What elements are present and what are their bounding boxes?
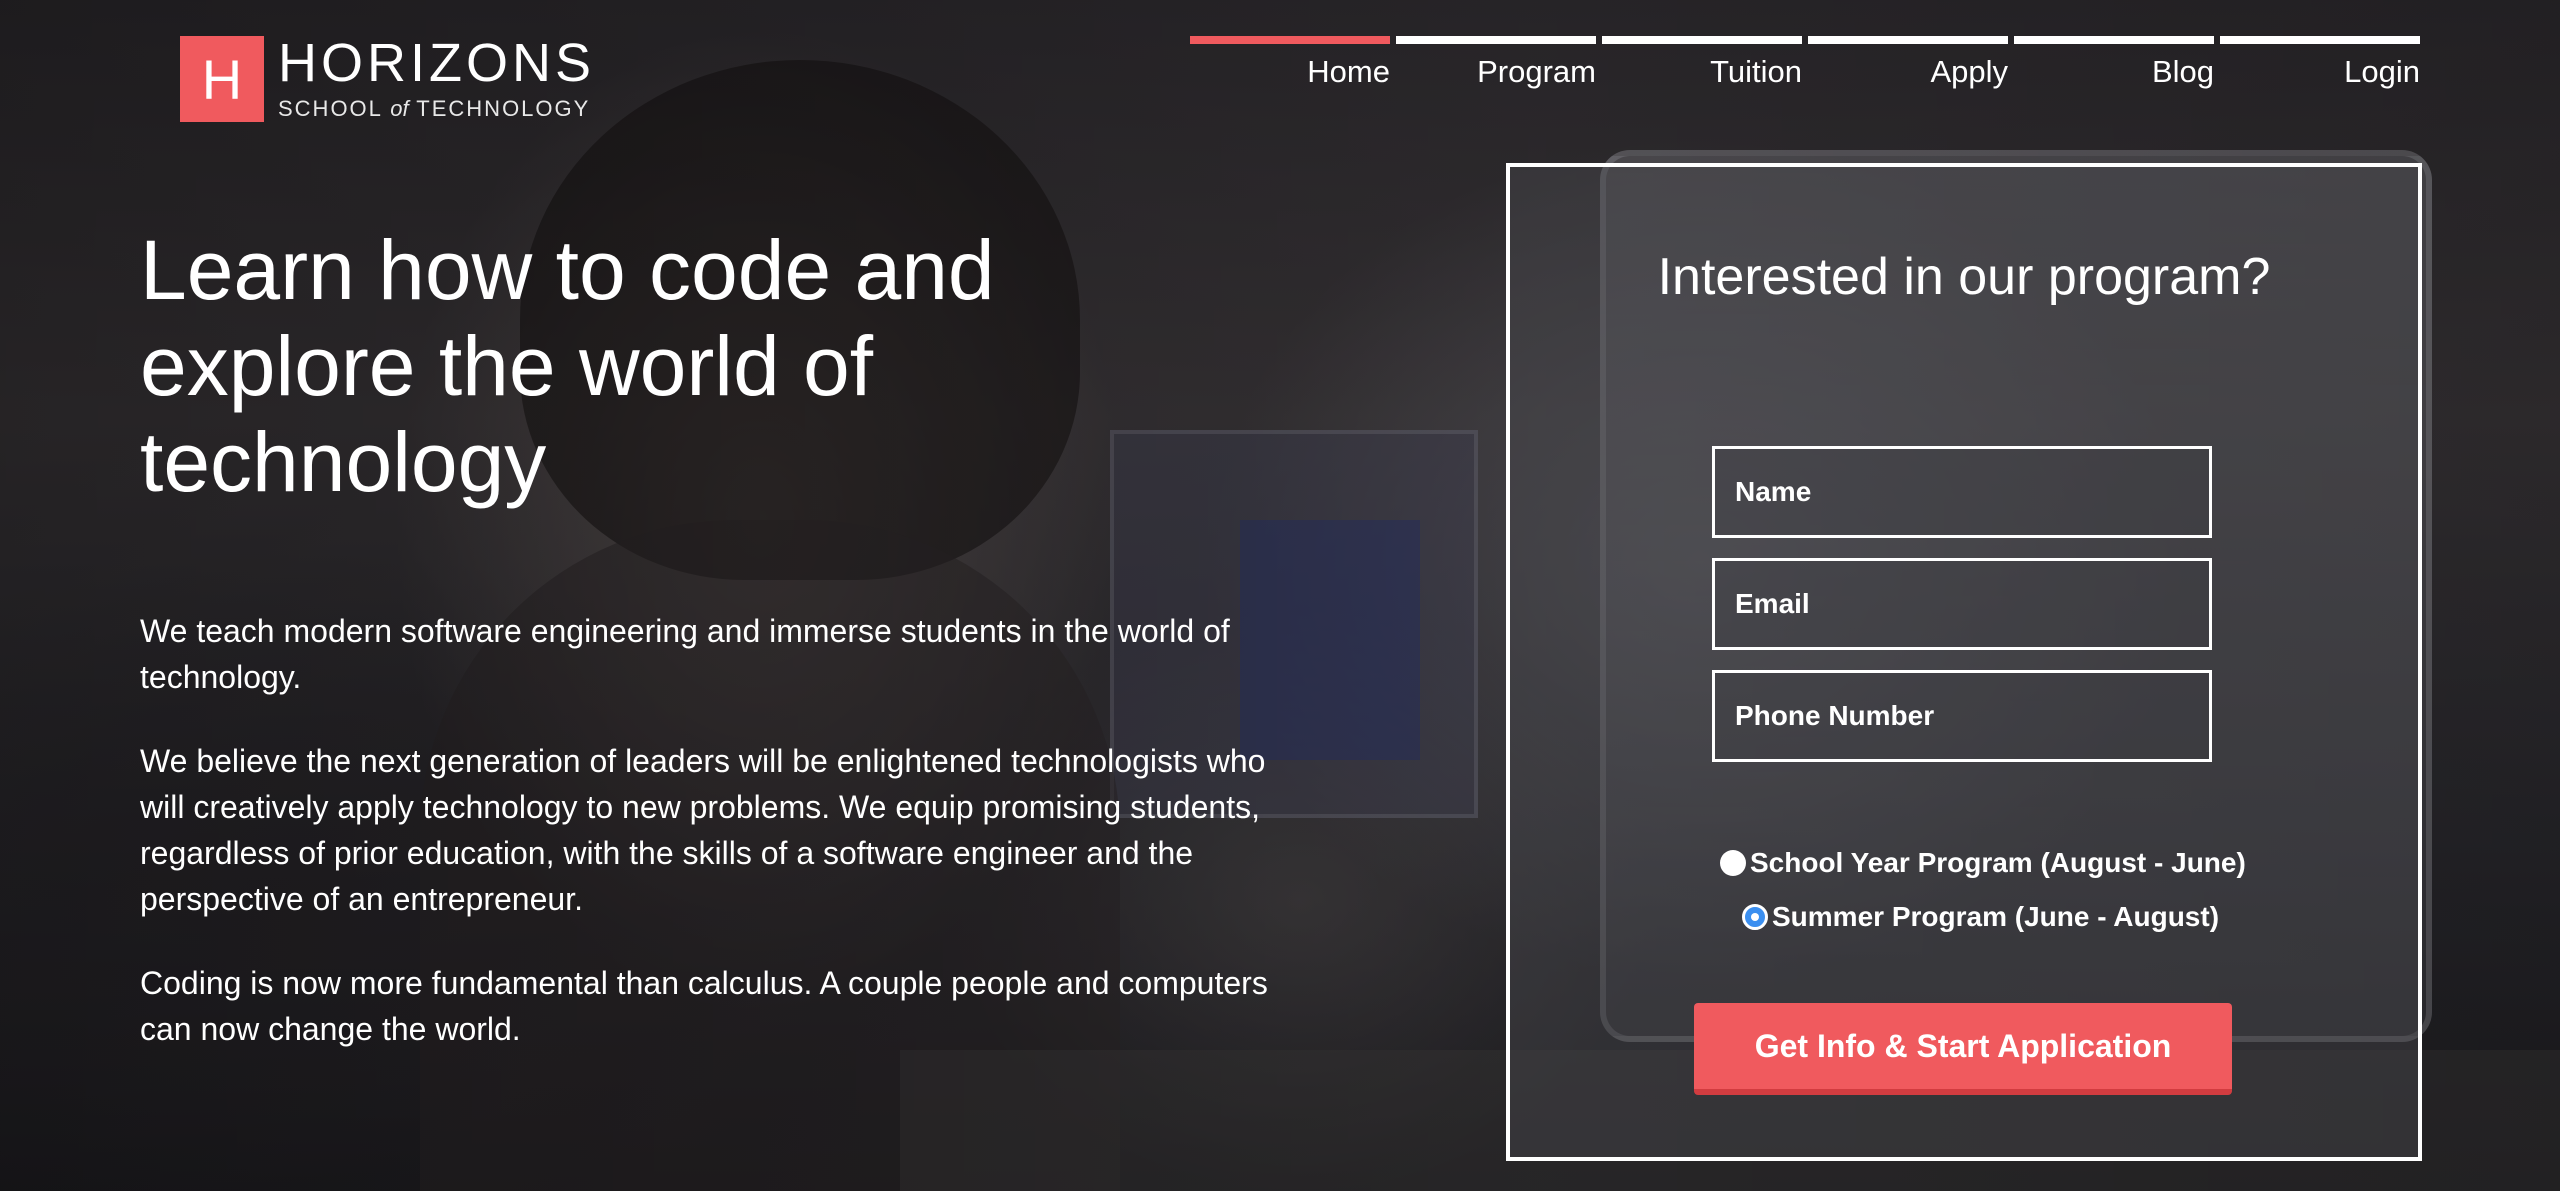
hero-paragraph: We believe the next generation of leader…: [140, 743, 1266, 917]
landing-page: H HORIZONS SCHOOL of TECHNOLOGY Home Pro…: [0, 0, 2560, 1191]
main-nav: Home Program Tuition Apply Blog Login: [1190, 36, 2420, 90]
hero-paragraph: We teach modern software engineering and…: [140, 613, 1230, 695]
get-info-button[interactable]: Get Info & Start Application: [1694, 1003, 2232, 1095]
nav-program[interactable]: Program: [1396, 36, 1596, 90]
radio-option-school-year[interactable]: School Year Program (August - June): [1720, 847, 2246, 879]
hero-title: Learn how to code and explore the world …: [140, 223, 995, 509]
hero-paragraph: Coding is now more fundamental than calc…: [140, 965, 1268, 1047]
phone-input[interactable]: [1712, 670, 2212, 762]
logo-subtitle-post: TECHNOLOGY: [408, 96, 591, 121]
logo-subtitle-pre: SCHOOL: [278, 96, 391, 121]
radio-button-checked[interactable]: [1742, 904, 1768, 930]
radio-option-summer[interactable]: Summer Program (June - August): [1742, 901, 2246, 933]
name-input[interactable]: [1712, 446, 2212, 538]
nav-apply[interactable]: Apply: [1808, 36, 2008, 90]
nav-blog[interactable]: Blog: [2014, 36, 2214, 90]
nav-login[interactable]: Login: [2220, 36, 2420, 90]
form-fields: [1712, 446, 2212, 782]
radio-label: School Year Program (August - June): [1750, 847, 2246, 878]
hero-copy: We teach modern software engineering and…: [140, 608, 1270, 1090]
logo-name: HORIZONS: [278, 33, 596, 93]
logo-text: HORIZONS SCHOOL of TECHNOLOGY: [278, 36, 595, 122]
logo-mark: H: [180, 36, 264, 122]
logo-subtitle-of: of: [390, 96, 409, 121]
nav-home[interactable]: Home: [1190, 36, 1390, 90]
email-input[interactable]: [1712, 558, 2212, 650]
radio-label: Summer Program (June - August): [1772, 901, 2220, 932]
logo-link[interactable]: H HORIZONS SCHOOL of TECHNOLOGY: [180, 36, 595, 122]
radio-button-unchecked[interactable]: [1720, 850, 1746, 876]
program-radio-group: School Year Program (August - June) Summ…: [1720, 847, 2246, 955]
form-title: Interested in our program?: [1657, 248, 2271, 306]
nav-tuition[interactable]: Tuition: [1602, 36, 1802, 90]
logo-subtitle: SCHOOL of TECHNOLOGY: [278, 96, 595, 122]
interest-form: Interested in our program? School Year P…: [1506, 163, 2422, 1161]
